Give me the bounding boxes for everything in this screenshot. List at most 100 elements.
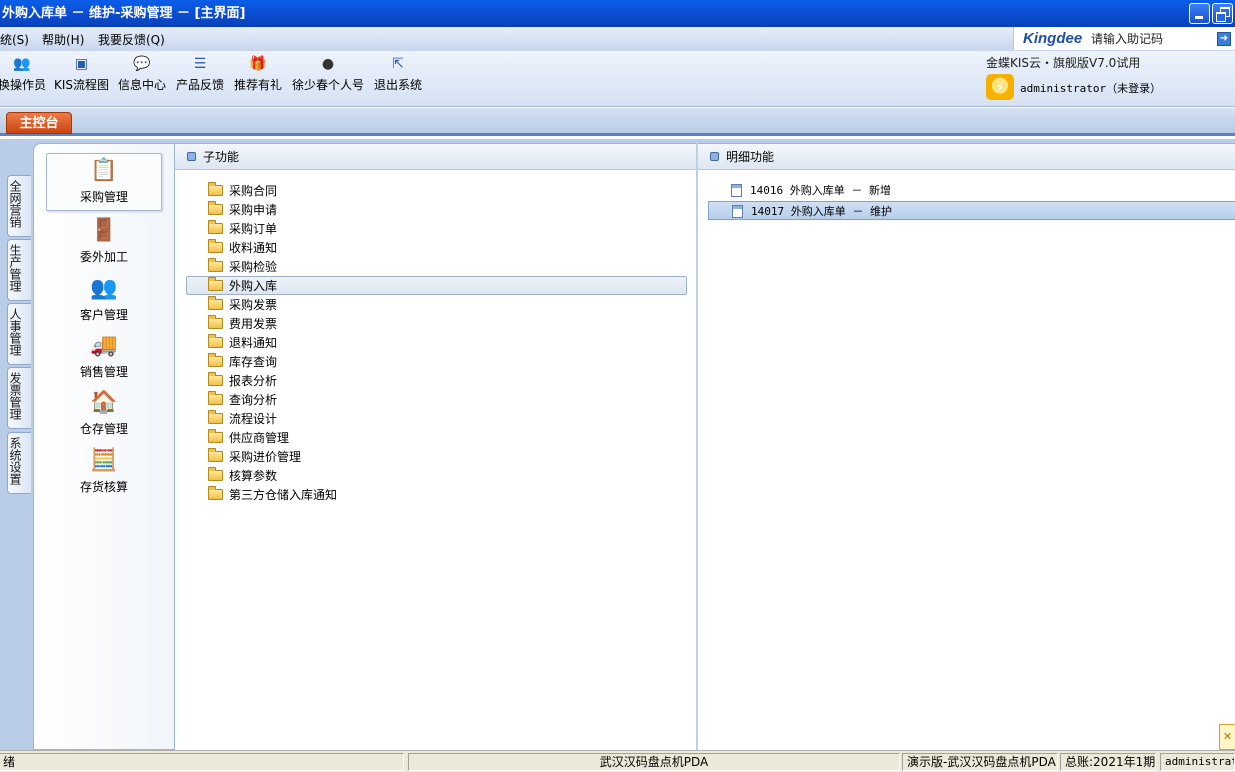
module-label: 仓存管理 (79, 422, 128, 436)
sub-function-item[interactable]: 采购发票 (208, 296, 277, 314)
menu-feedback[interactable]: 我要反馈(Q) (98, 31, 165, 48)
sub-function-item[interactable]: 报表分析 (208, 372, 277, 390)
sub-function-item[interactable]: 第三方仓储入库通知 (208, 486, 337, 504)
sub-function-label: 库存查询 (229, 355, 278, 369)
sub-function-item[interactable]: 查询分析 (208, 391, 277, 409)
sub-function-label: 采购进价管理 (229, 450, 302, 464)
header-bullet-icon (710, 152, 719, 161)
side-tabs: 全网营销 生产管理 人事管理 发票管理 系统设置 (0, 139, 32, 750)
sub-function-label: 供应商管理 (229, 431, 290, 445)
help-code-input[interactable]: 请输入助记码 (1091, 30, 1163, 47)
tool-product-feedback[interactable]: ☰ 产品反馈 (176, 55, 224, 93)
avatar-icon: ● (321, 56, 335, 72)
status-user: administrator (1160, 753, 1235, 771)
product-name: 金蝶KIS云・旗舰版V7.0试用 (986, 56, 1141, 70)
exit-icon: ⇱ (392, 56, 404, 72)
side-tab-hr[interactable]: 人事管理 (7, 303, 31, 365)
side-tab-label: 系统设置 (8, 437, 22, 485)
sub-function-item[interactable]: 费用发票 (208, 315, 277, 333)
sub-function-label: 退料通知 (229, 336, 278, 350)
tab-strip: 主控台 (0, 108, 1235, 136)
menu-help[interactable]: 帮助(H) (42, 31, 84, 48)
module-warehouse[interactable]: 🏠 仓存管理 (46, 388, 162, 437)
side-tab-production[interactable]: 生产管理 (7, 239, 31, 301)
sub-function-item[interactable]: 采购合同 (208, 182, 277, 200)
module-panel: 📋 采购管理 🚪 委外加工 👥 客户管理 🚚 销售管理 🏠 仓存管理 🧮 存货核… (33, 143, 175, 750)
tool-label: 徐少春个人号 (292, 78, 365, 92)
warehouse-icon: 🏠 (90, 390, 118, 415)
module-label: 客户管理 (79, 308, 128, 322)
side-tab-label: 全网营销 (8, 180, 22, 228)
folder-icon (208, 391, 223, 405)
restore-button[interactable] (1212, 3, 1233, 24)
side-tab-system-settings[interactable]: 系统设置 (7, 432, 31, 494)
sub-function-item[interactable]: 采购申请 (208, 201, 277, 219)
sales-truck-icon: 🚚 (90, 333, 118, 358)
side-tab-label: 人事管理 (8, 308, 22, 356)
sub-function-item[interactable]: 外购入库 (208, 277, 277, 295)
tool-switch-user[interactable]: 👥 换操作员 (0, 55, 46, 93)
sub-function-item[interactable]: 流程设计 (208, 410, 277, 428)
sub-function-item[interactable]: 核算参数 (208, 467, 277, 485)
tool-message-center[interactable]: 💬 信息中心 (118, 55, 166, 93)
tool-personal-account[interactable]: ● 徐少春个人号 (292, 55, 364, 93)
module-sales[interactable]: 🚚 销售管理 (46, 331, 162, 380)
sub-function-label: 采购合同 (229, 184, 278, 198)
folder-icon (208, 429, 223, 443)
menu-system[interactable]: 统(S) (0, 31, 29, 48)
sub-function-label: 核算参数 (229, 469, 278, 483)
sub-function-item[interactable]: 收料通知 (208, 239, 277, 257)
folder-icon (208, 334, 223, 348)
tab-main-console[interactable]: 主控台 (6, 112, 72, 134)
sub-function-item[interactable]: 采购进价管理 (208, 448, 301, 466)
detail-item-maintain[interactable]: 14017 外购入库单 － 维护 (708, 201, 1235, 220)
folder-icon (208, 182, 223, 196)
status-period: 总账:2021年1期 (1060, 753, 1156, 771)
sub-function-label: 流程设计 (229, 412, 278, 426)
flowchart-icon: ▣ (74, 56, 89, 72)
folder-icon (208, 486, 223, 500)
minimize-button[interactable] (1189, 3, 1210, 24)
tool-recommend-gift[interactable]: 🎁 推荐有礼 (234, 55, 282, 93)
feedback-icon: ☰ (193, 56, 207, 72)
tool-label: 退出系统 (374, 78, 423, 92)
status-ready: 绪 (0, 753, 404, 771)
module-purchase[interactable]: 📋 采购管理 (46, 153, 162, 211)
purchase-icon: 📋 (90, 158, 118, 183)
side-tab-network-marketing[interactable]: 全网营销 (7, 175, 31, 237)
folder-icon (208, 410, 223, 424)
sub-function-label: 费用发票 (229, 317, 278, 331)
title-bar: 外购入库单 － 维护-采购管理 － [主界面] (0, 0, 1235, 27)
detail-item-add[interactable]: 14016 外购入库单 － 新增 (708, 181, 1235, 200)
tool-flowchart[interactable]: ▣ KIS流程图 (54, 55, 109, 93)
cloud-lightning-icon: ⚡ (986, 74, 1014, 100)
detail-function-panel: 明细功能 14016 外购入库单 － 新增 14017 外购入库单 － 维护 ✕ (697, 143, 1235, 750)
sub-function-label: 采购检验 (229, 260, 278, 274)
detail-function-header: 明细功能 (698, 144, 1235, 170)
folder-icon (208, 239, 223, 253)
sub-function-item[interactable]: 退料通知 (208, 334, 277, 352)
folder-icon (208, 201, 223, 215)
module-customer[interactable]: 👥 客户管理 (46, 274, 162, 323)
expand-arrow-icon[interactable]: ✕ (1219, 724, 1235, 750)
tool-exit-system[interactable]: ⇱ 退出系统 (374, 55, 422, 93)
go-arrow-icon[interactable]: ➜ (1217, 32, 1231, 46)
switch-user-icon: 👥 (13, 56, 31, 72)
sub-function-item[interactable]: 库存查询 (208, 353, 277, 371)
status-version: 演示版-武汉汉码盘点机PDA (902, 753, 1058, 771)
status-company: 武汉汉码盘点机PDA (408, 753, 900, 771)
sub-function-item[interactable]: 采购检验 (208, 258, 277, 276)
module-outsource[interactable]: 🚪 委外加工 (46, 216, 162, 265)
app-window: 外购入库单 － 维护-采购管理 － [主界面] 统(S) 帮助(H) 我要反馈(… (0, 0, 1235, 772)
gift-icon: 🎁 (249, 56, 267, 72)
module-inventory-accounting[interactable]: 🧮 存货核算 (46, 446, 162, 495)
document-icon (731, 184, 742, 197)
side-tab-invoice[interactable]: 发票管理 (7, 367, 31, 429)
sub-function-label: 外购入库 (229, 279, 278, 293)
message-icon: 💬 (133, 56, 151, 72)
tool-label: KIS流程图 (54, 78, 110, 92)
sub-function-item[interactable]: 采购订单 (208, 220, 277, 238)
folder-icon (208, 258, 223, 272)
sub-function-item[interactable]: 供应商管理 (208, 429, 289, 447)
folder-icon (208, 296, 223, 310)
